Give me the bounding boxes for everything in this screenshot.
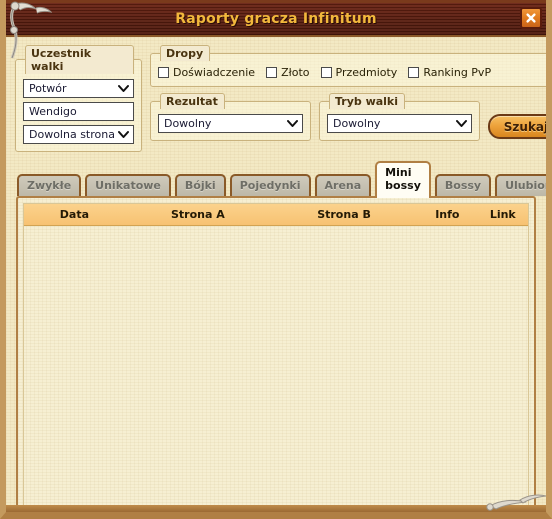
drops-checkbox-doswiadczenie[interactable]: Doświadczenie [157, 66, 256, 79]
chevron-down-icon [117, 80, 129, 97]
window-body: Uczestnik walki Potwór Wendigo Dowolna s… [6, 37, 546, 512]
result-value: Dowolny [163, 117, 212, 130]
participant-side-select[interactable]: Dowolna strona [23, 125, 134, 144]
column-header-strona-b[interactable]: Strona B [270, 204, 418, 226]
window-titlebar: Raporty gracza Infinitum [6, 0, 546, 37]
result-fieldset: Rezultat Dowolny [149, 93, 311, 141]
empty-results-area [24, 226, 528, 512]
drops-legend: Dropy [159, 45, 211, 61]
column-header-strona-a[interactable]: Strona A [124, 204, 271, 226]
reports-table-head: Data Strona A Strona B Info Link [24, 204, 528, 226]
mode-select[interactable]: Dowolny [326, 114, 472, 133]
chevron-down-icon [117, 126, 129, 143]
page-title: Raporty gracza Infinitum [175, 11, 377, 27]
participant-legend: Uczestnik walki [25, 45, 134, 74]
participant-name-field: Wendigo [23, 102, 134, 121]
reports-table: Data Strona A Strona B Info Link [24, 204, 528, 226]
tab-mini-bossy[interactable]: Mini bossy [375, 161, 431, 198]
chevron-down-icon [286, 115, 298, 132]
tab-pojedynki[interactable]: Pojedynki [229, 174, 311, 196]
participant-fieldset: Uczestnik walki Potwór Wendigo Dowolna s… [15, 45, 142, 152]
drops-checkbox-group: Doświadczenie Złoto Przedmioty Ranking P… [157, 66, 546, 79]
drops-checkbox-ranking-pvp[interactable]: Ranking PvP [408, 66, 491, 79]
mode-legend: Tryb walki [328, 93, 406, 109]
mode-value: Dowolny [332, 117, 381, 130]
column-header-data[interactable]: Data [24, 204, 125, 226]
report-window: Raporty gracza Infinitum Uczestnik walki… [0, 0, 552, 519]
checkbox-box[interactable] [157, 67, 169, 78]
mode-fieldset: Tryb walki Dowolny [318, 93, 480, 141]
drops-checkbox-przedmioty[interactable]: Przedmioty [320, 66, 398, 79]
chevron-down-icon [455, 115, 467, 132]
filter-bar: Uczestnik walki Potwór Wendigo Dowolna s… [15, 45, 546, 152]
reports-inner-frame: Data Strona A Strona B Info Link [23, 203, 529, 512]
close-button[interactable] [520, 7, 542, 29]
tab-bossy[interactable]: Bossy [434, 174, 492, 196]
column-header-link[interactable]: Link [477, 204, 528, 226]
table-header-row: Data Strona A Strona B Info Link [24, 204, 528, 226]
tab-ulubione[interactable]: Ulubione [495, 174, 546, 196]
drops-checkbox-zloto[interactable]: Złoto [266, 66, 310, 79]
result-legend: Rezultat [159, 93, 225, 109]
participant-name-input[interactable]: Wendigo [23, 102, 134, 121]
participant-type-field: Potwór [23, 79, 134, 98]
participant-type-select[interactable]: Potwór [23, 79, 134, 98]
drops-checkbox-label: Doświadczenie [172, 66, 256, 79]
tab-arena[interactable]: Arena [314, 174, 372, 196]
close-x-icon [525, 12, 537, 24]
filter-right-column: Dropy Doświadczenie Złoto Przedmioty Ran… [149, 45, 546, 141]
checkbox-box[interactable] [320, 67, 332, 78]
search-button[interactable]: Szukaj [487, 114, 546, 139]
reports-panel: Data Strona A Strona B Info Link [16, 196, 536, 512]
result-mode-row: Rezultat Dowolny Tryb walki Dowolny Szuk… [149, 93, 546, 141]
drops-checkbox-label: Przedmioty [335, 66, 398, 79]
drops-fieldset: Dropy Doświadczenie Złoto Przedmioty Ran… [149, 45, 546, 87]
checkbox-box[interactable] [266, 67, 278, 78]
tab-bar: Zwykłe Unikatowe Bójki Pojedynki Arena M… [17, 161, 546, 198]
column-header-info[interactable]: Info [417, 204, 478, 226]
drops-checkbox-label: Złoto [281, 66, 310, 79]
window-bottom-band [6, 505, 546, 512]
tab-zwykle[interactable]: Zwykłe [17, 174, 82, 196]
drops-checkbox-label: Ranking PvP [423, 66, 492, 79]
result-select[interactable]: Dowolny [157, 114, 303, 133]
participant-side-field: Dowolna strona [23, 125, 134, 144]
tab-bojki[interactable]: Bójki [174, 174, 226, 196]
tab-unikatowe[interactable]: Unikatowe [85, 174, 171, 196]
participant-side-value: Dowolna strona [29, 128, 115, 141]
checkbox-box[interactable] [408, 67, 420, 78]
participant-type-value: Potwór [29, 82, 67, 95]
